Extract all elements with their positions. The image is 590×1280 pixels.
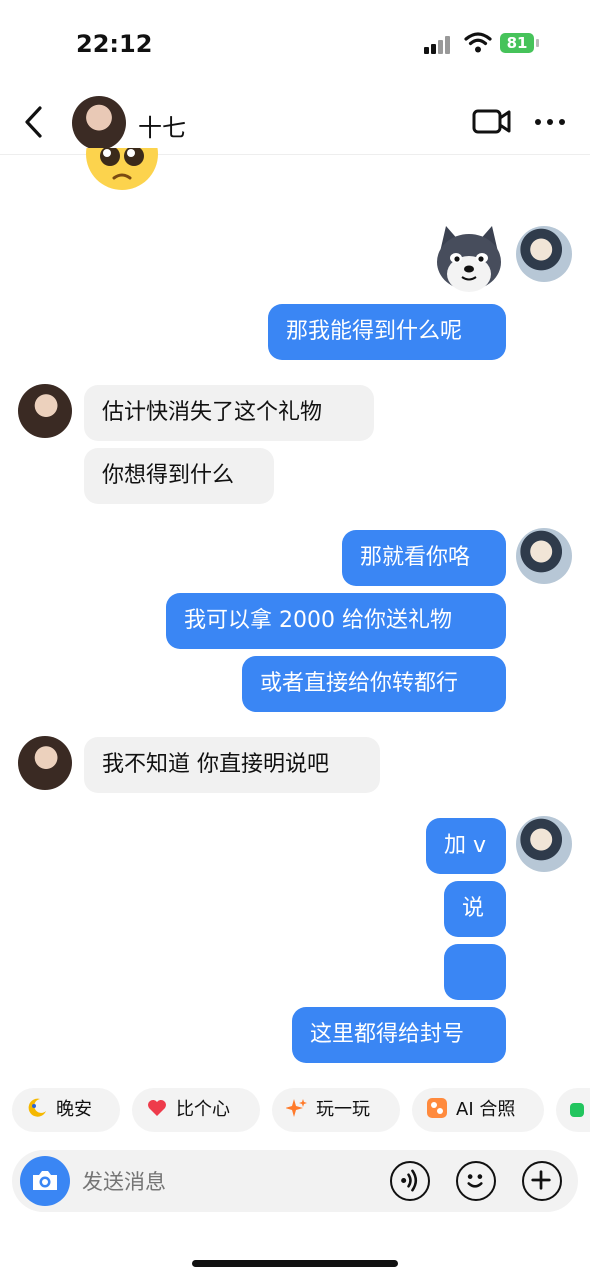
emoji-icon [467,1174,483,1188]
camera-icon [33,1171,57,1190]
quick-reply-goodnight[interactable]: 晚安 [12,1088,120,1132]
message-bubble-outgoing[interactable]: 那就看你咯 [342,530,506,586]
back-arrow-icon[interactable] [18,104,52,140]
message-bubble-outgoing[interactable]: 加 v [426,818,506,874]
message-bubble-outgoing[interactable]: 这里都得给封号 [292,1007,506,1063]
voice-icon [401,1169,418,1192]
message-input[interactable] [80,1160,374,1204]
message-bubble-incoming[interactable]: 估计快消失了这个礼物 [84,385,374,441]
moon-icon [28,1098,46,1117]
more-icon[interactable] [532,110,568,134]
signal-icon [424,36,454,54]
quick-reply-heart[interactable]: 比个心 [132,1088,260,1132]
quick-reply-ai-photo[interactable]: AI 合照 [412,1088,544,1132]
home-indicator[interactable] [192,1260,398,1267]
battery-indicator: 81 [500,33,534,53]
chip-label: 比个心 [176,1099,230,1120]
pleading-face-sticker[interactable] [86,148,158,196]
message-bubble-outgoing[interactable]: 我可以拿 2000 给你送礼物 [166,593,506,649]
quick-reply-more[interactable] [556,1088,590,1132]
contact-name[interactable]: 十七 [138,108,186,143]
my-avatar[interactable] [516,528,572,584]
plus-icon [531,1170,551,1190]
plus-button[interactable] [522,1161,562,1201]
green-icon [570,1103,584,1117]
my-avatar[interactable] [516,816,572,872]
photo-icon [427,1098,447,1118]
emoji-button[interactable] [456,1161,496,1201]
chip-label: 晚安 [56,1099,92,1120]
message-bubble-outgoing[interactable]: 说 [444,881,506,937]
dog-sticker[interactable] [432,222,506,296]
contact-message-avatar[interactable] [18,736,72,790]
wifi-icon [464,32,492,53]
chip-label: 玩一玩 [316,1099,370,1120]
camera-button[interactable] [20,1156,70,1206]
my-avatar[interactable] [516,226,572,282]
contact-message-avatar[interactable] [18,384,72,438]
sparkle-icon [286,1099,307,1117]
video-call-icon[interactable] [472,106,512,136]
chip-label: AI 合照 [456,1099,516,1120]
heart-icon [148,1100,166,1116]
message-bubble-outgoing[interactable]: 那我能得到什么呢 [268,304,506,360]
message-bubble-incoming[interactable]: 我不知道 你直接明说吧 [84,737,380,793]
message-bubble-outgoing[interactable]: 或者直接给你转都行 [242,656,506,712]
status-time: 22:12 [76,30,153,58]
quick-reply-play[interactable]: 玩一玩 [272,1088,400,1132]
voice-button[interactable] [390,1161,430,1201]
contact-avatar[interactable] [72,96,126,150]
message-bubble-incoming[interactable]: 你想得到什么 [84,448,274,504]
battery-cap [536,39,539,47]
message-bubble-outgoing[interactable] [444,944,506,1000]
